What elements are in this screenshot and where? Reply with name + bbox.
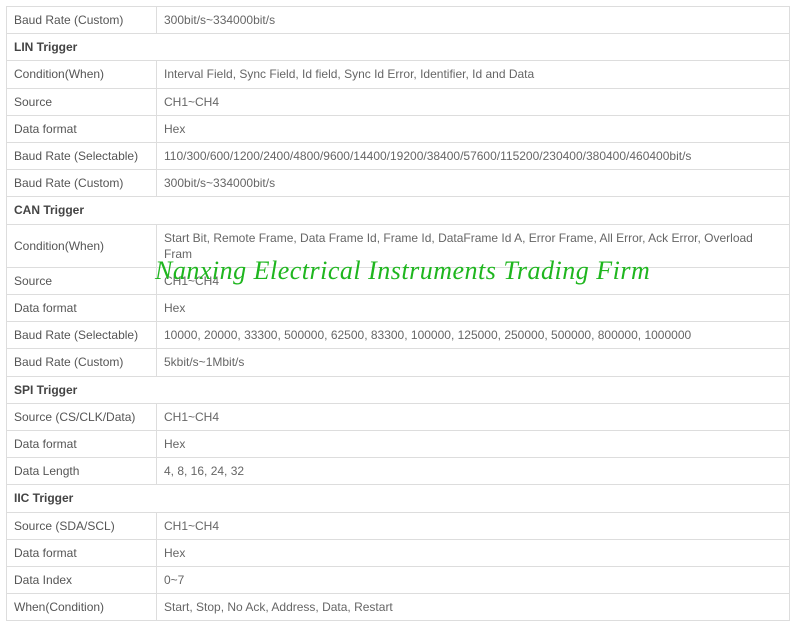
spec-value: CH1~CH4 — [157, 88, 790, 115]
spec-label: Baud Rate (Selectable) — [7, 142, 157, 169]
spec-value: CH1~CH4 — [157, 512, 790, 539]
spec-label: Data format — [7, 539, 157, 566]
section-header: CAN Trigger — [7, 197, 790, 224]
spec-label: Baud Rate (Custom) — [7, 349, 157, 376]
section-header: IIC Trigger — [7, 485, 790, 512]
spec-label: Baud Rate (Custom) — [7, 7, 157, 34]
spec-table: Baud Rate (Custom)300bit/s~334000bit/sLI… — [6, 6, 790, 621]
spec-label: Data Length — [7, 458, 157, 485]
section-header: LIN Trigger — [7, 34, 790, 61]
spec-table-container: Baud Rate (Custom)300bit/s~334000bit/sLI… — [0, 0, 800, 627]
spec-value: 0~7 — [157, 566, 790, 593]
spec-label: Baud Rate (Selectable) — [7, 322, 157, 349]
spec-value: Hex — [157, 431, 790, 458]
table-row: Data formatHex — [7, 539, 790, 566]
table-row: LIN Trigger — [7, 34, 790, 61]
table-row: Source (SDA/SCL)CH1~CH4 — [7, 512, 790, 539]
spec-label: Source (CS/CLK/Data) — [7, 403, 157, 430]
spec-value: 10000, 20000, 33300, 500000, 62500, 8330… — [157, 322, 790, 349]
spec-value: Hex — [157, 115, 790, 142]
spec-label: Data format — [7, 431, 157, 458]
spec-value: Start Bit, Remote Frame, Data Frame Id, … — [157, 224, 790, 267]
spec-label: When(Condition) — [7, 594, 157, 621]
table-row: IIC Trigger — [7, 485, 790, 512]
table-row: CAN Trigger — [7, 197, 790, 224]
spec-label: Data Index — [7, 566, 157, 593]
spec-value: Hex — [157, 539, 790, 566]
table-row: Baud Rate (Selectable)110/300/600/1200/2… — [7, 142, 790, 169]
spec-value: 4, 8, 16, 24, 32 — [157, 458, 790, 485]
spec-label: Condition(When) — [7, 224, 157, 267]
spec-label: Source — [7, 267, 157, 294]
spec-value: Interval Field, Sync Field, Id field, Sy… — [157, 61, 790, 88]
spec-label: Source (SDA/SCL) — [7, 512, 157, 539]
table-row: Baud Rate (Custom)300bit/s~334000bit/s — [7, 7, 790, 34]
spec-value: 300bit/s~334000bit/s — [157, 7, 790, 34]
spec-value: 300bit/s~334000bit/s — [157, 170, 790, 197]
table-row: SPI Trigger — [7, 376, 790, 403]
spec-value: CH1~CH4 — [157, 267, 790, 294]
table-row: Condition(When)Interval Field, Sync Fiel… — [7, 61, 790, 88]
spec-value: Hex — [157, 295, 790, 322]
table-row: Data Index0~7 — [7, 566, 790, 593]
spec-value: Start, Stop, No Ack, Address, Data, Rest… — [157, 594, 790, 621]
table-row: Data formatHex — [7, 295, 790, 322]
table-row: SourceCH1~CH4 — [7, 88, 790, 115]
spec-label: Data format — [7, 295, 157, 322]
table-row: Data formatHex — [7, 115, 790, 142]
table-row: Data formatHex — [7, 431, 790, 458]
spec-value: CH1~CH4 — [157, 403, 790, 430]
table-row: Data Length4, 8, 16, 24, 32 — [7, 458, 790, 485]
table-row: SourceCH1~CH4 — [7, 267, 790, 294]
table-row: Baud Rate (Custom)300bit/s~334000bit/s — [7, 170, 790, 197]
table-row: Condition(When)Start Bit, Remote Frame, … — [7, 224, 790, 267]
spec-label: Baud Rate (Custom) — [7, 170, 157, 197]
spec-value: 110/300/600/1200/2400/4800/9600/14400/19… — [157, 142, 790, 169]
spec-label: Condition(When) — [7, 61, 157, 88]
table-row: Source (CS/CLK/Data)CH1~CH4 — [7, 403, 790, 430]
spec-label: Data format — [7, 115, 157, 142]
table-row: Baud Rate (Selectable)10000, 20000, 3330… — [7, 322, 790, 349]
spec-value: 5kbit/s~1Mbit/s — [157, 349, 790, 376]
section-header: SPI Trigger — [7, 376, 790, 403]
table-row: Baud Rate (Custom)5kbit/s~1Mbit/s — [7, 349, 790, 376]
spec-label: Source — [7, 88, 157, 115]
table-row: When(Condition)Start, Stop, No Ack, Addr… — [7, 594, 790, 621]
